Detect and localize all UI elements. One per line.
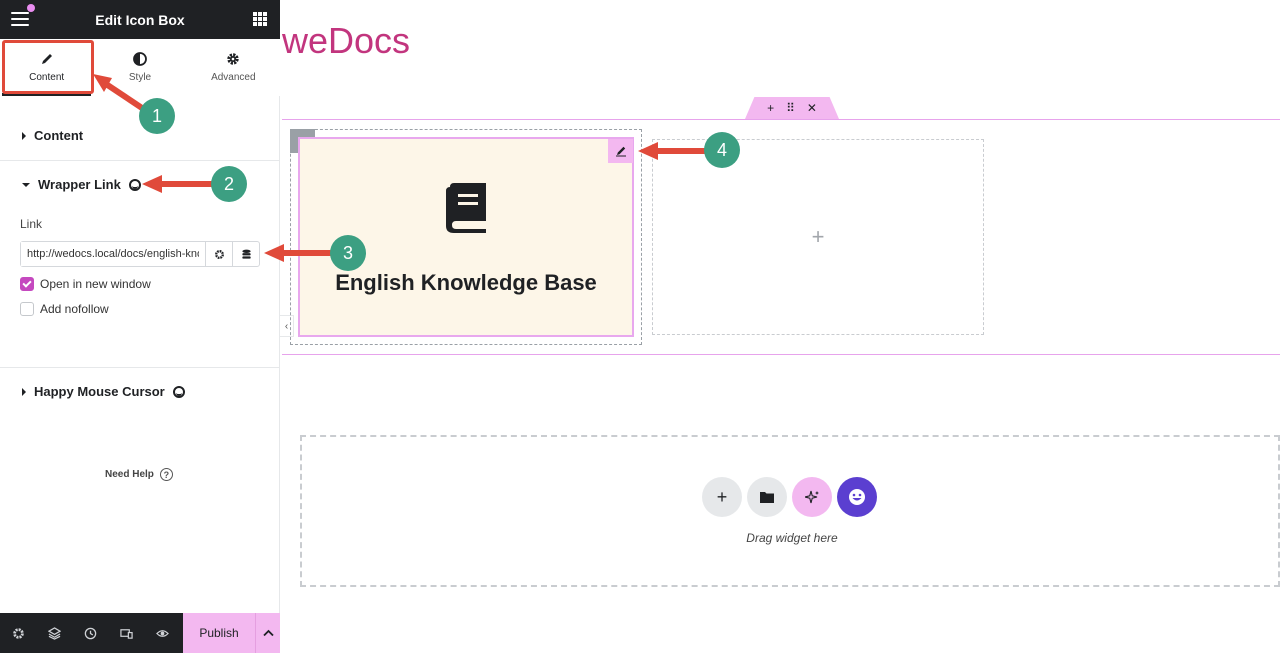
notification-dot [27,4,35,12]
menu-icon[interactable] [11,12,29,26]
publish-button[interactable]: Publish [183,613,255,653]
add-nofollow-label: Add nofollow [40,302,109,316]
need-help-link[interactable]: Need Help ? [105,468,173,481]
caret-right-icon [22,387,26,396]
history-button[interactable] [72,613,108,653]
devices-icon [119,628,133,639]
gear-icon [214,249,224,259]
annotation-badge-4: 4 [704,132,740,168]
preview-button[interactable] [144,613,180,653]
happy-addons-icon [128,178,141,191]
panel-footer: Publish [0,613,280,653]
navigator-button[interactable] [36,613,72,653]
annotation-badge-1: 1 [139,98,175,134]
caret-right-icon [22,131,26,140]
add-element-button[interactable]: + [702,477,742,517]
drop-zone-buttons: + [702,477,877,517]
editor-root: Edit Icon Box Content Style Advanced Con… [0,0,1280,653]
tab-advanced[interactable]: Advanced [187,39,280,96]
layers-icon [47,626,61,640]
edit-widget-button[interactable] [608,139,633,163]
tab-label: Advanced [211,72,256,83]
drag-handle-icon[interactable]: ⠿ [786,101,795,115]
section-content-label: Content [34,128,84,143]
add-section-icon[interactable]: + [767,101,774,115]
pencil-icon [615,146,626,157]
question-icon: ? [159,468,173,481]
gear-icon [12,627,24,639]
add-nofollow-checkbox[interactable] [20,302,34,316]
template-library-button[interactable] [747,477,787,517]
widgets-grid-icon[interactable] [253,12,267,26]
annotation-highlight-box [2,40,94,94]
panel-title: Edit Icon Box [95,11,185,28]
open-new-window-label: Open in new window [40,277,151,291]
happy-face-icon [849,489,865,505]
dynamic-tags-button[interactable] [232,242,259,266]
plus-icon: + [811,224,825,249]
need-help-label: Need Help [105,469,154,480]
open-new-window-option[interactable]: Open in new window [20,277,151,291]
section-content[interactable]: Content [0,128,280,143]
folder-icon [760,492,774,503]
sparkle-icon [804,490,819,503]
happy-addons-button[interactable] [837,477,877,517]
empty-column-add[interactable]: + [652,139,984,335]
site-brand: weDocs [282,20,411,61]
gear-icon [227,53,240,65]
divider [0,160,280,161]
section-handle: + ⠿ ✕ [745,97,839,119]
plus-icon: + [716,486,728,507]
database-icon [241,249,251,259]
annotation-badge-3: 3 [330,235,366,271]
section-happy-mouse-cursor-label: Happy Mouse Cursor [34,384,165,399]
drag-widget-hint: Drag widget here [746,531,838,545]
link-field [20,241,260,267]
half-circle-icon [133,52,147,66]
link-label: Link [20,217,43,231]
caret-down-icon [22,182,30,187]
link-input[interactable] [21,242,205,266]
section-happy-mouse-cursor[interactable]: Happy Mouse Cursor [0,384,280,399]
widget-title: English Knowledge Base [335,270,597,295]
divider [0,367,280,368]
book-icon [446,183,486,233]
open-new-window-checkbox[interactable] [20,277,34,291]
section-wrapper-link-label: Wrapper Link [38,177,121,192]
delete-section-icon[interactable]: ✕ [807,101,817,115]
tab-label: Style [128,72,152,83]
panel-header: Edit Icon Box [0,0,280,39]
ai-button[interactable] [792,477,832,517]
eye-icon [155,629,169,637]
add-nofollow-option[interactable]: Add nofollow [20,302,109,316]
happy-addons-icon [172,385,185,398]
responsive-mode-button[interactable] [108,613,144,653]
chevron-up-icon [262,629,274,637]
annotation-badge-2: 2 [211,166,247,202]
tab-style[interactable]: Style [93,39,186,96]
settings-button[interactable] [0,613,36,653]
history-icon [84,627,96,639]
link-options-button[interactable] [205,242,232,266]
publish-options-button[interactable] [255,613,280,653]
editor-panel: Edit Icon Box Content Style Advanced Con… [0,0,280,653]
